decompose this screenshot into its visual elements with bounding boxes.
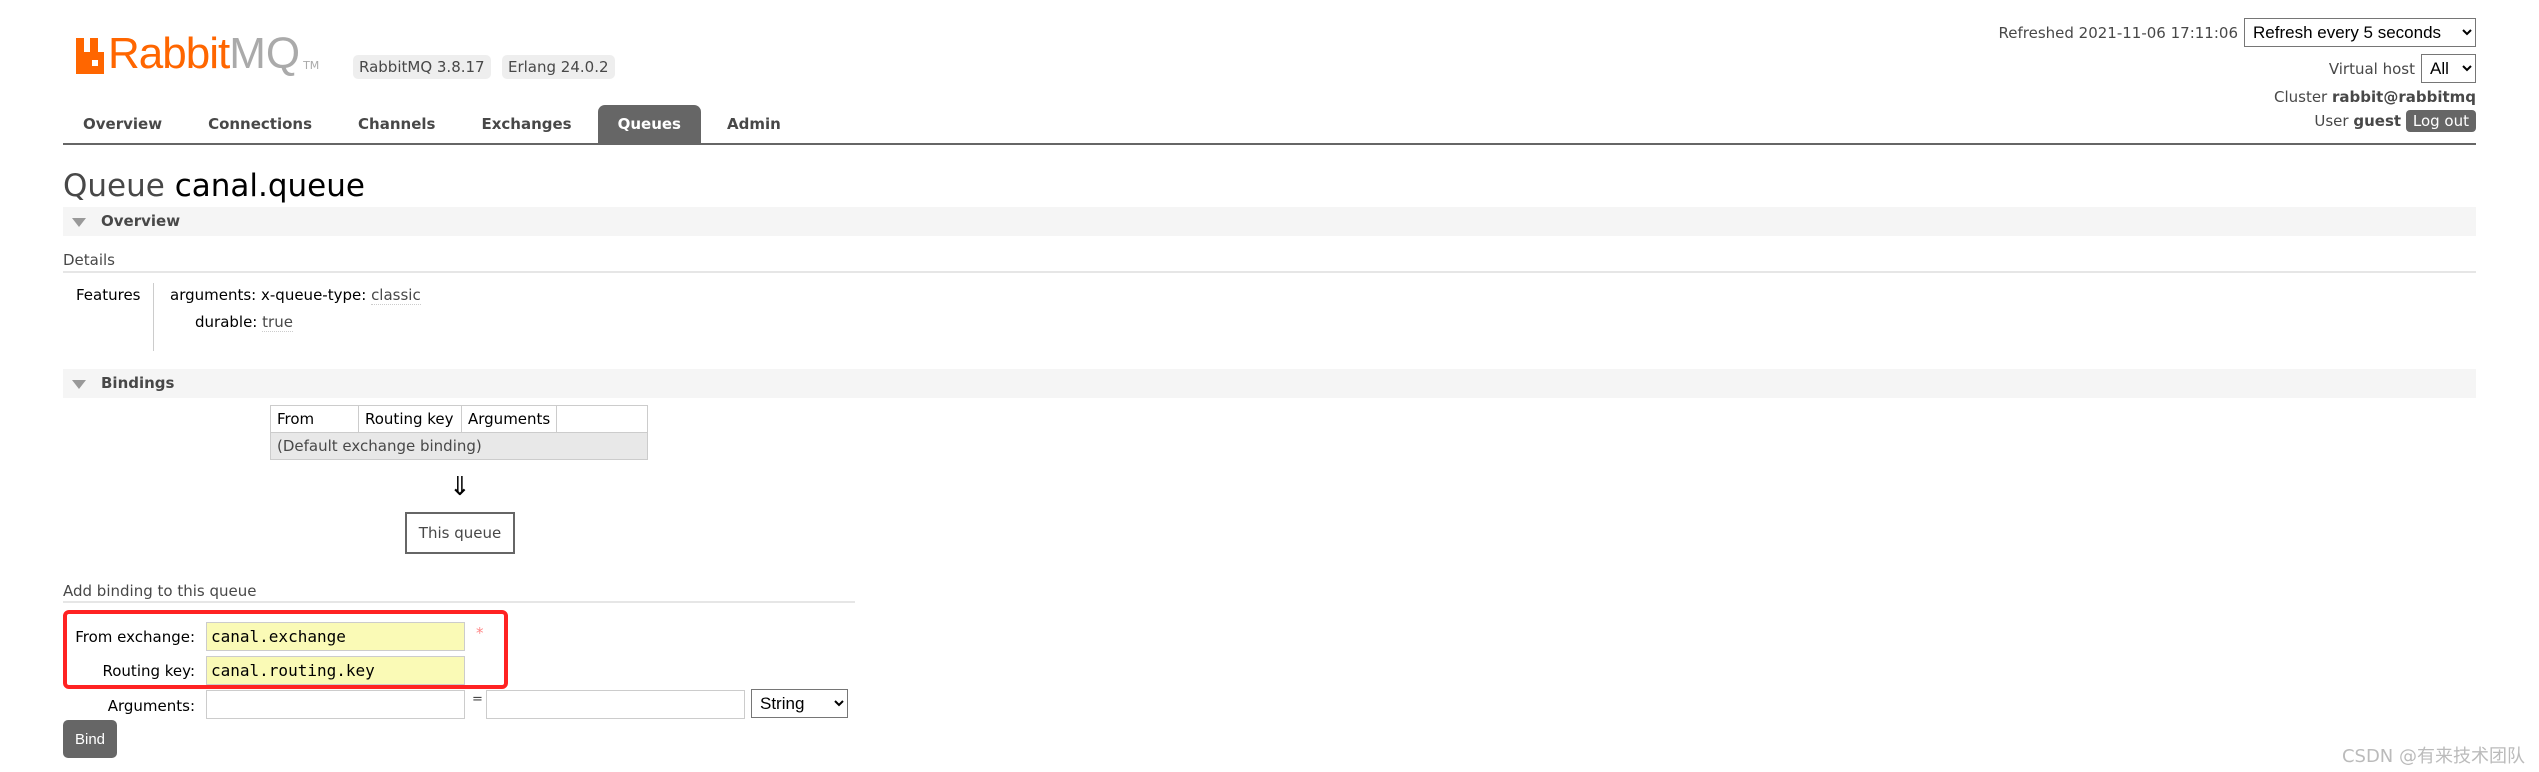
durable-value: true (262, 313, 293, 332)
bindings-table: From Routing key Arguments (Default exchan… (270, 405, 648, 460)
cluster-name: rabbit@rabbitmq (2332, 88, 2476, 106)
overview-section-toggle[interactable]: Overview (63, 207, 2476, 236)
erlang-version-badge: Erlang 24.0.2 (502, 55, 615, 79)
refresh-interval-select[interactable]: Refresh every 5 seconds (2244, 18, 2476, 47)
highlight-box (63, 610, 508, 689)
table-row: (Default exchange binding) (270, 432, 648, 460)
tab-admin[interactable]: Admin (707, 105, 801, 144)
rabbit-logo-icon (76, 38, 104, 74)
bindings-section-toggle[interactable]: Bindings (63, 369, 2476, 398)
tab-overview[interactable]: Overview (63, 105, 182, 144)
argument-type-select[interactable]: String (751, 689, 848, 718)
cluster-label: Cluster (2273, 88, 2328, 106)
collapse-triangle-icon (72, 218, 86, 227)
bind-button[interactable]: Bind (63, 720, 117, 758)
virtual-host-select[interactable]: All (2421, 54, 2476, 83)
nav-divider (63, 143, 2476, 145)
user-label: User (2314, 112, 2349, 130)
tab-connections[interactable]: Connections (188, 105, 332, 144)
this-queue-box: This queue (405, 512, 515, 554)
arguments-key: arguments: (170, 286, 257, 304)
virtual-host-label: Virtual host (2328, 59, 2415, 78)
argument-value-input[interactable] (486, 690, 745, 719)
tab-channels[interactable]: Channels (338, 105, 455, 144)
page-title: Queue canal.queue (63, 168, 365, 204)
rabbitmq-version-badge: RabbitMQ 3.8.17 (353, 55, 491, 79)
user-name: guest (2353, 112, 2402, 130)
tab-exchanges[interactable]: Exchanges (461, 105, 591, 144)
down-arrow-icon: ⇓ (449, 472, 471, 502)
features-label: Features (76, 286, 141, 304)
argument-key-input[interactable] (206, 690, 465, 719)
refreshed-timestamp: Refreshed 2021-11-06 17:11:06 (1998, 23, 2238, 42)
equals-sign: = (472, 692, 483, 707)
column-header: Routing key (358, 405, 462, 433)
add-binding-heading: Add binding to this queue (63, 582, 257, 600)
details-heading: Details (63, 251, 116, 269)
tab-queues[interactable]: Queues (597, 105, 701, 144)
logout-button[interactable]: Log out (2405, 110, 2476, 132)
main-nav: Overview Connections Channels Exchanges … (63, 105, 807, 144)
column-header: Arguments (460, 405, 558, 433)
csdn-watermark: CSDN @有来技术团队 (2341, 746, 2525, 767)
collapse-triangle-icon (72, 380, 86, 389)
arguments-label: Arguments: (107, 697, 195, 715)
rabbitmq-logo: Rabbit MQ TM (76, 32, 319, 76)
column-header: From (270, 405, 359, 433)
queue-type-value: classic (371, 286, 421, 305)
